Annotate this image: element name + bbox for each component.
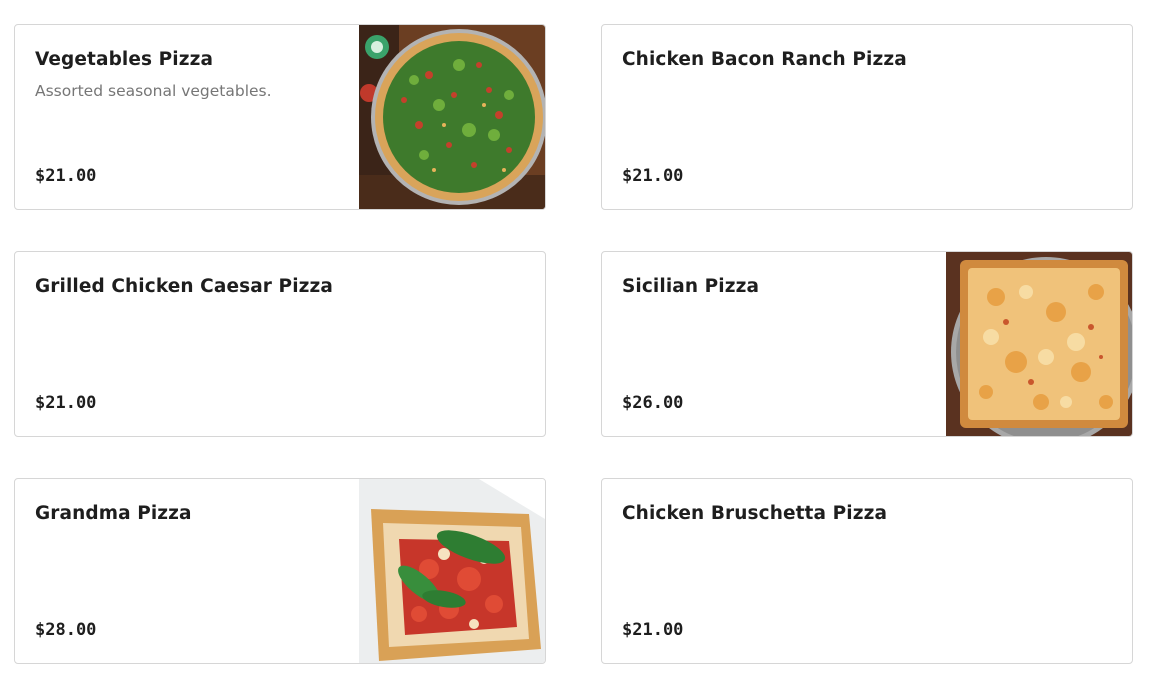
- grandma-pizza-photo[interactable]: [359, 479, 545, 663]
- menu-item-name: Sicilian Pizza: [622, 276, 760, 297]
- menu-item-description: Assorted seasonal vegetables.: [35, 82, 272, 100]
- menu-item-card[interactable]: Sicilian Pizza $26.00: [601, 251, 1133, 437]
- vegetable-pizza-image: [359, 25, 545, 209]
- menu-item-info: Chicken Bruschetta Pizza: [622, 501, 1112, 663]
- menu-item-name: Grilled Chicken Caesar Pizza: [35, 276, 333, 297]
- menu-item-name: Chicken Bruschetta Pizza: [622, 503, 888, 524]
- menu-item-grid: Vegetables Pizza Assorted seasonal veget…: [14, 24, 1133, 664]
- menu-item-price: $21.00: [35, 166, 97, 186]
- menu-item-info: Chicken Bacon Ranch Pizza: [622, 47, 1112, 209]
- menu-item-name: Vegetables Pizza: [35, 49, 214, 70]
- menu-item-price: $21.00: [35, 393, 97, 413]
- menu-item-card[interactable]: Grilled Chicken Caesar Pizza $21.00: [14, 251, 546, 437]
- menu-item-name: Chicken Bacon Ranch Pizza: [622, 49, 907, 70]
- menu-item-price: $28.00: [35, 620, 97, 640]
- menu-item-card[interactable]: Chicken Bacon Ranch Pizza $21.00: [601, 24, 1133, 210]
- menu-item-price: $21.00: [622, 166, 684, 186]
- vegetable-pizza-photo[interactable]: [359, 25, 545, 209]
- sicilian-pizza-image: [946, 252, 1132, 436]
- menu-item-price: $21.00: [622, 620, 684, 640]
- menu-item-card[interactable]: Vegetables Pizza Assorted seasonal veget…: [14, 24, 546, 210]
- grandma-pizza-image: [359, 479, 545, 663]
- menu-item-name: Grandma Pizza: [35, 503, 192, 524]
- menu-item-card[interactable]: Grandma Pizza $28.00: [14, 478, 546, 664]
- menu-item-card[interactable]: Chicken Bruschetta Pizza $21.00: [601, 478, 1133, 664]
- menu-item-info: Grilled Chicken Caesar Pizza: [35, 274, 525, 436]
- menu-item-price: $26.00: [622, 393, 684, 413]
- sicilian-pizza-photo[interactable]: [946, 252, 1132, 436]
